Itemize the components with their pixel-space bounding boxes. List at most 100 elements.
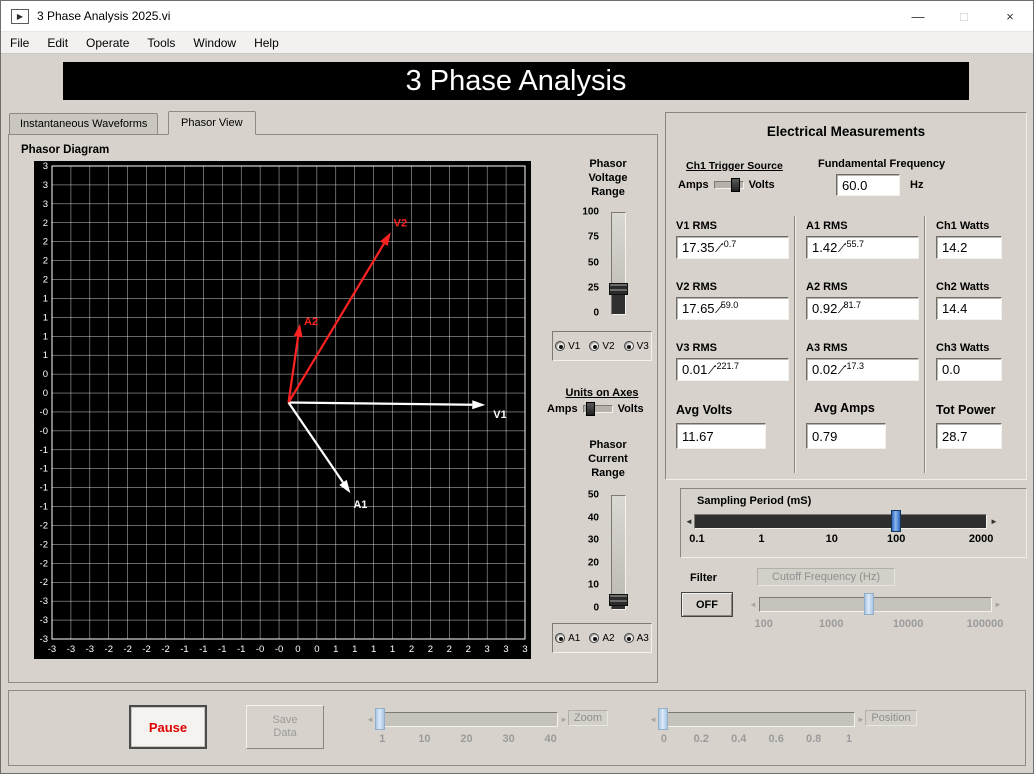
phasor-diagram-label: Phasor Diagram	[21, 144, 110, 156]
measurements-title: Electrical Measurements	[766, 124, 926, 139]
menubar: File Edit Operate Tools Window Help	[1, 32, 1033, 54]
radio-v3[interactable]: V3	[623, 341, 649, 352]
app-window: ▶ 3 Phase Analysis 2025.vi — □ × File Ed…	[0, 0, 1034, 774]
avg-amps-label: Avg Amps	[814, 401, 875, 415]
svg-text:0: 0	[43, 369, 48, 380]
svg-text:2: 2	[43, 275, 48, 286]
svg-text:-2: -2	[123, 644, 131, 655]
slider-right-arrow-icon[interactable]: ►	[990, 517, 998, 526]
menu-help[interactable]: Help	[245, 32, 288, 53]
fundamental-frequency-input[interactable]: 60.0	[836, 174, 900, 196]
phasor-plot: -3 3 -3 3 -3 3 -2 2 -2 2 -2 2 -2 2 -1 1 -1 1 -1 1 -1 1 -0 0 -0 0 0…	[34, 161, 531, 659]
ch1-trigger-source-label: Ch1 Trigger Source	[686, 160, 783, 172]
tab-instantaneous-waveforms[interactable]: Instantaneous Waveforms	[9, 113, 159, 134]
minimize-button[interactable]: —	[895, 1, 941, 31]
sampling-period-handle[interactable]	[890, 510, 901, 532]
radio-a1[interactable]: A1	[555, 633, 580, 644]
slider-right-arrow-icon: ►	[857, 715, 865, 724]
v2-rms-display: 17.65 ∕ 59.0	[676, 297, 789, 320]
ch1-watts-display: 14.2	[936, 236, 1002, 259]
tot-power-display: 28.7	[936, 423, 1002, 449]
svg-text:-0: -0	[40, 407, 48, 418]
v1-rms-display: 17.35 ∕ -0.7	[676, 236, 789, 259]
a2-rms-display: 0.92 ∕ 81.7	[806, 297, 919, 320]
radio-dot-icon	[589, 341, 600, 351]
radio-a2[interactable]: A2	[589, 633, 615, 644]
sampling-period-scale: 0.1 1 10 100 2000	[689, 533, 994, 545]
svg-text:-1: -1	[40, 445, 48, 456]
units-toggle-handle[interactable]	[585, 402, 595, 416]
svg-text:-3: -3	[86, 644, 94, 655]
svg-text:-1: -1	[180, 644, 188, 655]
banner: 3 Phase Analysis	[63, 62, 969, 100]
svg-text:V2: V2	[394, 218, 407, 230]
labview-vi-icon: ▶	[11, 8, 29, 24]
zoom-scale: 1 10 20 30 40	[379, 733, 557, 745]
units-toggle-track[interactable]	[582, 402, 613, 416]
menu-tools[interactable]: Tools	[138, 32, 184, 53]
trigger-toggle-track[interactable]	[713, 178, 744, 192]
slider-left-arrow-icon[interactable]: ◄	[685, 517, 693, 526]
sampling-period-slider[interactable]	[694, 510, 987, 532]
electrical-measurements-panel: Electrical Measurements Ch1 Trigger Sour…	[665, 112, 1027, 480]
tab-phasor-view[interactable]: Phasor View	[168, 111, 256, 135]
units-on-axes-toggle[interactable]: Amps Volts	[547, 402, 644, 416]
svg-text:-1: -1	[40, 483, 48, 494]
svg-text:2: 2	[43, 237, 48, 248]
trigger-volts-label: Volts	[748, 179, 775, 191]
svg-text:1: 1	[43, 331, 48, 342]
v3-rms-label: V3 RMS	[676, 342, 717, 354]
svg-text:2: 2	[466, 644, 471, 655]
svg-text:3: 3	[522, 644, 527, 655]
svg-text:-2: -2	[142, 644, 150, 655]
svg-text:0: 0	[43, 388, 48, 399]
svg-text:3: 3	[43, 161, 48, 172]
menu-edit[interactable]: Edit	[38, 32, 77, 53]
svg-text:-2: -2	[40, 577, 48, 588]
phasor-current-range-label: Phasor Current Range	[588, 439, 628, 479]
svg-text:1: 1	[390, 644, 395, 655]
zoom-label: Zoom	[568, 710, 608, 726]
avg-volts-display: 11.67	[676, 423, 766, 449]
radio-dot-icon	[623, 341, 634, 351]
svg-text:0: 0	[314, 644, 319, 655]
current-range-slider[interactable]	[609, 495, 628, 610]
svg-text:-2: -2	[105, 644, 113, 655]
svg-text:-3: -3	[40, 634, 48, 645]
maximize-button[interactable]: □	[941, 1, 987, 31]
close-button[interactable]: ×	[987, 1, 1033, 31]
window-title: 3 Phase Analysis 2025.vi	[37, 9, 171, 23]
current-range-handle[interactable]	[609, 593, 628, 606]
fundamental-frequency-label: Fundamental Frequency	[818, 158, 946, 170]
zoom-slider	[374, 708, 558, 730]
pause-button[interactable]: Pause	[129, 705, 207, 749]
filter-off-button[interactable]: OFF	[681, 592, 733, 617]
filter-label: Filter	[690, 572, 717, 584]
radio-v1[interactable]: V1	[555, 341, 580, 352]
ch2-watts-label: Ch2 Watts	[936, 281, 990, 293]
radio-a3[interactable]: A3	[623, 633, 649, 644]
svg-text:2: 2	[43, 256, 48, 267]
sampling-period-panel: Sampling Period (mS) ◄ ► 0.1 1 10 100 2000	[680, 488, 1027, 558]
voltage-range-handle[interactable]	[609, 282, 628, 295]
trigger-amps-label: Amps	[678, 179, 709, 191]
menu-operate[interactable]: Operate	[77, 32, 138, 53]
position-slider	[657, 708, 855, 730]
a1-rms-display: 1.42 ∕ -55.7	[806, 236, 919, 259]
banner-title: 3 Phase Analysis	[405, 64, 627, 97]
trigger-source-toggle[interactable]: Amps Volts	[678, 178, 775, 192]
menu-window[interactable]: Window	[184, 32, 245, 53]
zoom-handle	[374, 708, 385, 730]
menu-file[interactable]: File	[1, 32, 38, 53]
save-data-button: Save Data	[246, 705, 324, 749]
svg-text:1: 1	[371, 644, 376, 655]
voltage-range-slider[interactable]	[609, 212, 628, 315]
radio-v2[interactable]: V2	[589, 341, 615, 352]
slider-left-arrow-icon: ◄	[366, 715, 374, 724]
ch3-watts-label: Ch3 Watts	[936, 342, 990, 354]
svg-text:-1: -1	[199, 644, 207, 655]
svg-text:3: 3	[43, 180, 48, 191]
svg-text:-1: -1	[218, 644, 226, 655]
radio-dot-icon	[555, 341, 566, 351]
trigger-toggle-handle[interactable]	[730, 178, 740, 192]
